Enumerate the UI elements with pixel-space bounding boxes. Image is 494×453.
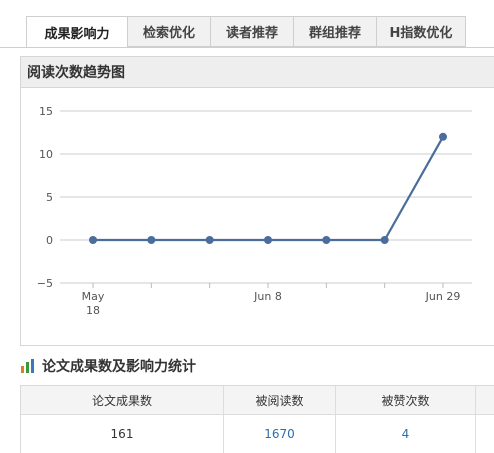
y-tick-label: 5 [46,191,53,204]
data-point [439,132,447,141]
y-tick-label: 0 [46,234,53,247]
data-point [322,236,331,244]
data-point [147,236,156,244]
value-paper-count: 161 [21,415,224,453]
tab-h-index-optimization[interactable]: H指数优化 [376,16,466,47]
value-like-count-link[interactable]: 4 [336,415,476,453]
tab-bar: 成果影响力 检索优化 读者推荐 群组推荐 H指数优化 [0,0,494,48]
tab-achievement-impact[interactable]: 成果影响力 [26,16,128,48]
data-point [264,236,272,244]
x-tick-label: May 18 [82,290,105,317]
data-point [89,236,97,244]
series-line [93,136,444,242]
bar-chart-icon [21,359,34,373]
y-tick-label: 15 [39,105,53,118]
tab-reader-recommendation[interactable]: 读者推荐 [210,16,294,47]
stats-table: 论文成果数 被阅读数 被赞次数 161 1670 4 [20,385,494,453]
stats-heading: 论文成果数及影响力统计 [20,354,196,378]
data-point [205,236,214,244]
value-read-count-link[interactable]: 1670 [224,415,336,453]
tab-bar-spacer [0,16,26,47]
table-header-row: 论文成果数 被阅读数 被赞次数 [21,386,494,415]
data-point [380,236,389,244]
table-row: 161 1670 4 [21,415,494,453]
x-tick-label: Jun 29 [425,290,461,303]
y-tick-label: −5 [37,277,53,290]
tab-baseline [0,47,494,48]
reading-trend-chart: 15 10 5 0 −5 May 18 Jun 8 Jun 29 [37,105,472,317]
panel-title: 阅读次数趋势图 [21,57,494,88]
reading-trend-panel: 阅读次数趋势图 15 10 5 0 −5 May 18 Jun 8 Jun 29 [20,56,494,346]
header-read-count: 被阅读数 [224,386,336,414]
tab-search-optimization[interactable]: 检索优化 [127,16,211,47]
header-paper-count: 论文成果数 [21,386,224,414]
header-like-count: 被赞次数 [336,386,476,414]
tab-group-recommendation[interactable]: 群组推荐 [293,16,377,47]
stats-title-text: 论文成果数及影响力统计 [42,359,196,375]
y-tick-label: 10 [39,148,53,161]
x-tick-label: Jun 8 [253,290,282,303]
